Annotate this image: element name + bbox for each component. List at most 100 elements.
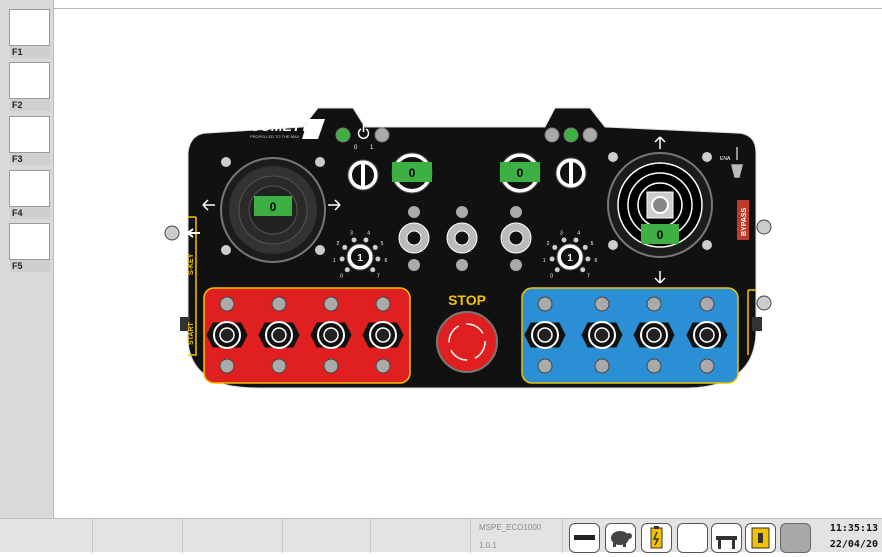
- selector-dot: [573, 237, 579, 243]
- red-top-indicator-1: [219, 296, 235, 312]
- blue-button-4[interactable]: [686, 321, 728, 349]
- top-divider: [53, 8, 882, 9]
- left-selector-value: 1: [357, 253, 363, 264]
- cometto-tagline: PROPELLED TO THE MAX: [250, 134, 300, 139]
- blue-bottom-indicator-4: [699, 358, 715, 374]
- turtle-icon[interactable]: [605, 523, 636, 553]
- right-selector[interactable]: 1: [556, 243, 584, 271]
- selector-dot: [372, 244, 378, 250]
- selector-dot: [552, 244, 558, 250]
- selector-dot: [549, 256, 555, 262]
- selector-dot: [344, 267, 350, 273]
- blue-button-1[interactable]: [524, 321, 566, 349]
- left-outer-button[interactable]: [164, 225, 180, 241]
- left-rotary-switch[interactable]: [347, 159, 379, 191]
- selector-dot: [342, 244, 348, 250]
- remote-control-graphic: S-KEY START BYPASS ENA COMETTO PROPELLED…: [164, 107, 772, 389]
- left-joystick-value: 0: [270, 200, 277, 214]
- selector-number: 5: [381, 241, 384, 247]
- battery-icon[interactable]: [641, 523, 672, 553]
- red-button-2[interactable]: [258, 321, 300, 349]
- right-green-indicator: [563, 127, 579, 143]
- stop-label: STOP: [448, 292, 486, 308]
- selector-number: 6: [384, 258, 387, 264]
- selector-number: 4: [367, 230, 370, 236]
- selector-number: 1: [543, 258, 546, 264]
- stop-button[interactable]: [436, 311, 498, 373]
- autec-logo: autec: [613, 109, 647, 124]
- autec-logo-icon: [601, 111, 611, 121]
- red-bottom-indicator-3: [323, 358, 339, 374]
- right-gray-indicator-2: [582, 127, 598, 143]
- ena-label: ENA: [720, 156, 731, 162]
- left-knob-value: 0: [409, 166, 416, 180]
- status-bar: MSPE_ECO1000 1.0.1 11:35:13 22/04/20: [0, 518, 882, 553]
- gray-status-icon[interactable]: [780, 523, 811, 553]
- red-bottom-indicator-2: [271, 358, 287, 374]
- selector-number: 6: [594, 258, 597, 264]
- blank-icon[interactable]: [677, 523, 708, 553]
- version-label: 1.0.1: [479, 541, 497, 550]
- bypass-label: BYPASS: [741, 207, 748, 236]
- skey-label: S-KEY: [188, 253, 195, 275]
- status-cell-3: [183, 519, 283, 553]
- right-gray-indicator-1: [544, 127, 560, 143]
- left-gray-indicator: [374, 127, 390, 143]
- blue-bottom-indicator-3: [646, 358, 662, 374]
- f5-button[interactable]: [9, 223, 50, 260]
- left-knob[interactable]: 0: [391, 152, 433, 194]
- blue-top-indicator-3: [646, 296, 662, 312]
- right-joystick-value: 0: [657, 228, 664, 242]
- f2-label: F2: [10, 99, 50, 111]
- selector-dot: [363, 237, 369, 243]
- blue-bottom-indicator-2: [594, 358, 610, 374]
- f1-label: F1: [10, 46, 50, 58]
- left-selector[interactable]: 1: [346, 243, 374, 271]
- red-button-1[interactable]: [206, 321, 248, 349]
- start-label: START: [188, 321, 195, 345]
- selector-number: 2: [337, 241, 340, 247]
- pump-icon[interactable]: [745, 523, 776, 553]
- left-green-indicator: [335, 127, 351, 143]
- selector-number: 2: [547, 241, 550, 247]
- f2-button[interactable]: [9, 62, 50, 99]
- selector-number: 3: [350, 230, 353, 236]
- red-bottom-indicator-4: [375, 358, 391, 374]
- selector-number: 3: [560, 230, 563, 236]
- right-outer-button-top[interactable]: [756, 219, 772, 235]
- clock-time: 11:35:13: [829, 523, 878, 534]
- blue-top-indicator-2: [594, 296, 610, 312]
- blue-top-indicator-4: [699, 296, 715, 312]
- right-selector-value: 1: [567, 253, 573, 264]
- f1-button[interactable]: [9, 9, 50, 46]
- status-cell-4: [283, 519, 371, 553]
- selector-dot: [375, 256, 381, 262]
- f4-button[interactable]: [9, 170, 50, 207]
- f3-button[interactable]: [9, 116, 50, 153]
- right-knob[interactable]: 0: [499, 152, 541, 194]
- red-button-3[interactable]: [310, 321, 352, 349]
- selector-number: 0: [340, 273, 343, 279]
- blue-top-indicator-1: [537, 296, 553, 312]
- red-button-4[interactable]: [362, 321, 404, 349]
- machine-icon[interactable]: [711, 523, 742, 553]
- selector-dot: [582, 244, 588, 250]
- status-cell-5: [371, 519, 471, 553]
- right-joystick[interactable]: 0: [607, 152, 713, 258]
- right-outer-button-bottom[interactable]: [756, 295, 772, 311]
- right-connector: [752, 317, 762, 331]
- blue-button-3[interactable]: [633, 321, 675, 349]
- red-top-indicator-3: [323, 296, 339, 312]
- blue-button-2[interactable]: [581, 321, 623, 349]
- selector-number: 7: [587, 273, 590, 279]
- right-rotary-switch[interactable]: [555, 157, 587, 189]
- status-cell-1: [0, 519, 93, 553]
- left-joystick[interactable]: 0: [220, 157, 326, 263]
- function-key-sidebar: F1 F2 F3 F4 F5: [0, 0, 54, 518]
- clock-date: 22/04/20: [829, 539, 878, 550]
- minus-icon[interactable]: [569, 523, 600, 553]
- selector-dot: [585, 256, 591, 262]
- f5-label: F5: [10, 260, 50, 272]
- selector-dot: [561, 237, 567, 243]
- f3-label: F3: [10, 153, 50, 165]
